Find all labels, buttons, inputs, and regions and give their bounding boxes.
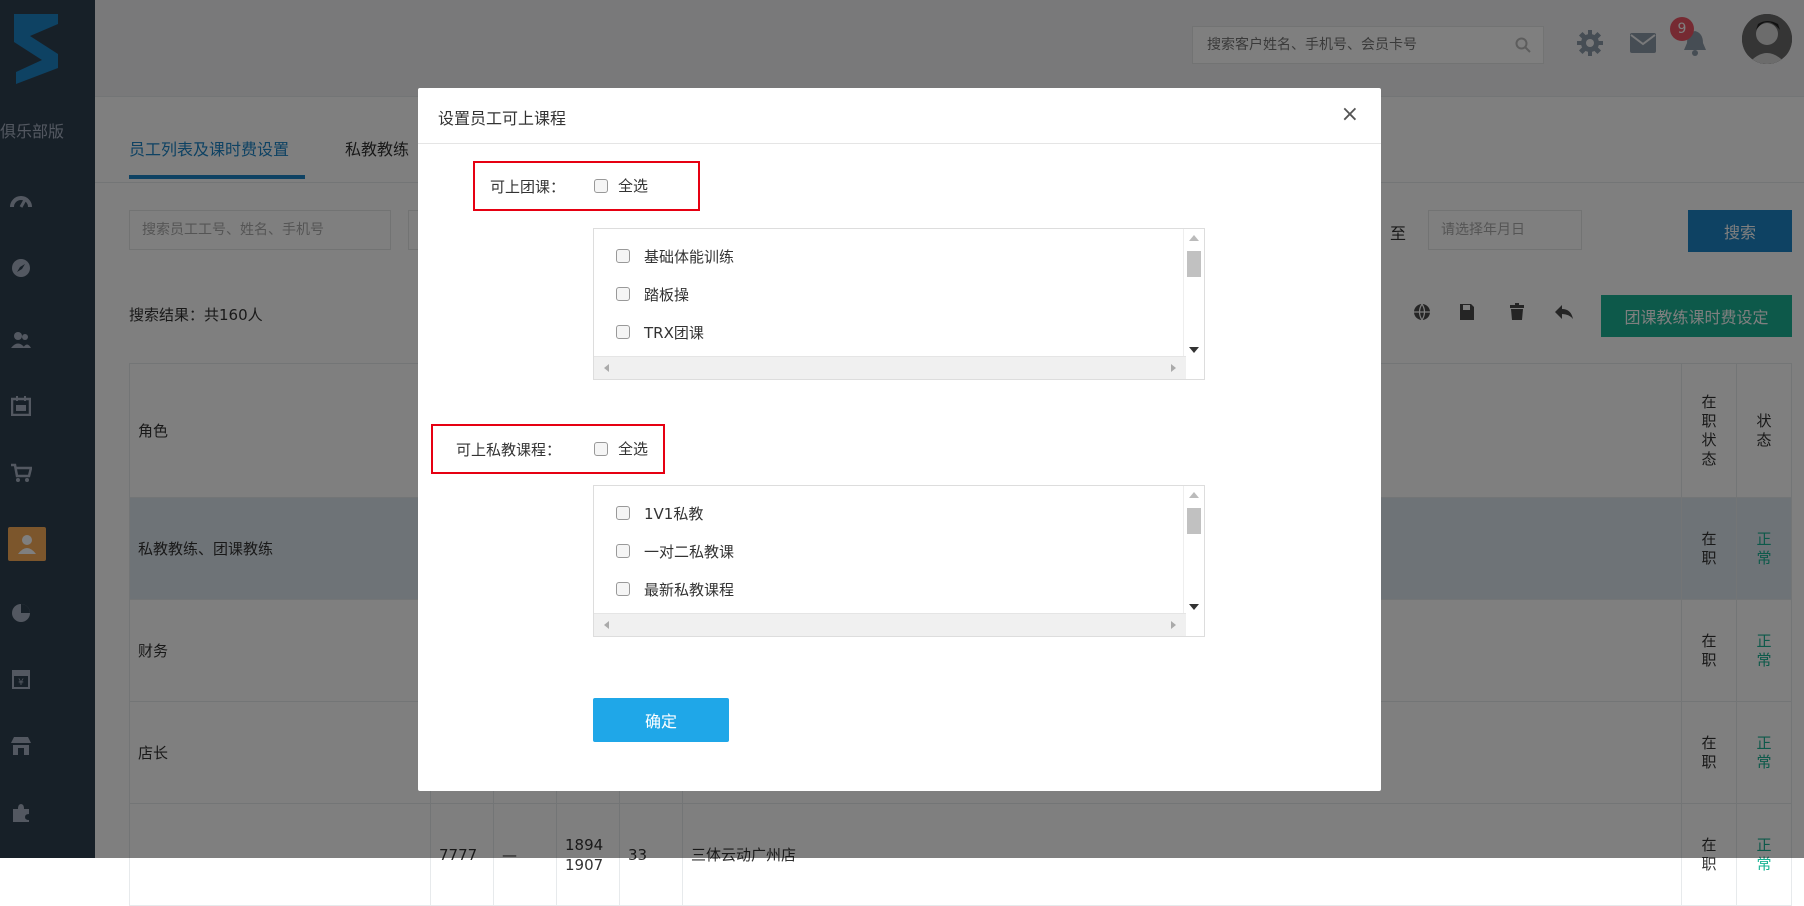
course-settings-modal: 设置员工可上课程 × 可上团课： 全选 基础体能训练 踏板操 TRX团课 可上私…: [418, 88, 1381, 791]
modal-header: 设置员工可上课程 ×: [418, 88, 1381, 144]
list-item[interactable]: 最新私教课程: [616, 570, 734, 608]
group-select-all[interactable]: 全选: [594, 175, 648, 196]
group-select-all-checkbox[interactable]: [594, 178, 608, 193]
horizontal-scrollbar[interactable]: [594, 613, 1186, 636]
group-course-label: 可上团课：: [490, 178, 566, 196]
modal-title: 设置员工可上课程: [438, 109, 567, 128]
list-item[interactable]: 踏板操: [616, 275, 734, 313]
course-label: 最新私教课程: [644, 580, 735, 599]
private-select-all-label: 全选: [618, 440, 649, 458]
horizontal-scrollbar[interactable]: [594, 356, 1186, 379]
list-item[interactable]: 基础体能训练: [616, 237, 734, 275]
close-icon[interactable]: ×: [1341, 102, 1359, 127]
course-checkbox[interactable]: [616, 582, 630, 596]
confirm-button[interactable]: 确定: [593, 698, 729, 742]
private-select-all[interactable]: 全选: [594, 438, 648, 459]
course-label: TRX团课: [644, 323, 704, 342]
phone-part-2: 1907: [565, 855, 604, 874]
course-label: 1V1私教: [644, 504, 704, 523]
group-select-all-label: 全选: [618, 177, 649, 195]
private-course-list[interactable]: 1V1私教 一对二私教课 最新私教课程: [593, 485, 1205, 637]
group-course-list[interactable]: 基础体能训练 踏板操 TRX团课: [593, 228, 1205, 380]
course-label: 踏板操: [644, 285, 690, 304]
vertical-scrollbar[interactable]: [1183, 229, 1204, 359]
vertical-scrollbar[interactable]: [1183, 486, 1204, 616]
list-item[interactable]: 一对二私教课: [616, 532, 734, 570]
course-checkbox[interactable]: [616, 249, 630, 263]
list-item[interactable]: 1V1私教: [616, 494, 734, 532]
course-checkbox[interactable]: [616, 544, 630, 558]
private-course-label: 可上私教课程：: [456, 441, 562, 459]
course-checkbox[interactable]: [616, 287, 630, 301]
list-item[interactable]: TRX团课: [616, 313, 734, 351]
course-checkbox[interactable]: [616, 325, 630, 339]
course-label: 基础体能训练: [644, 247, 735, 266]
course-label: 一对二私教课: [644, 542, 735, 561]
private-select-all-checkbox[interactable]: [594, 441, 608, 456]
course-checkbox[interactable]: [616, 506, 630, 520]
